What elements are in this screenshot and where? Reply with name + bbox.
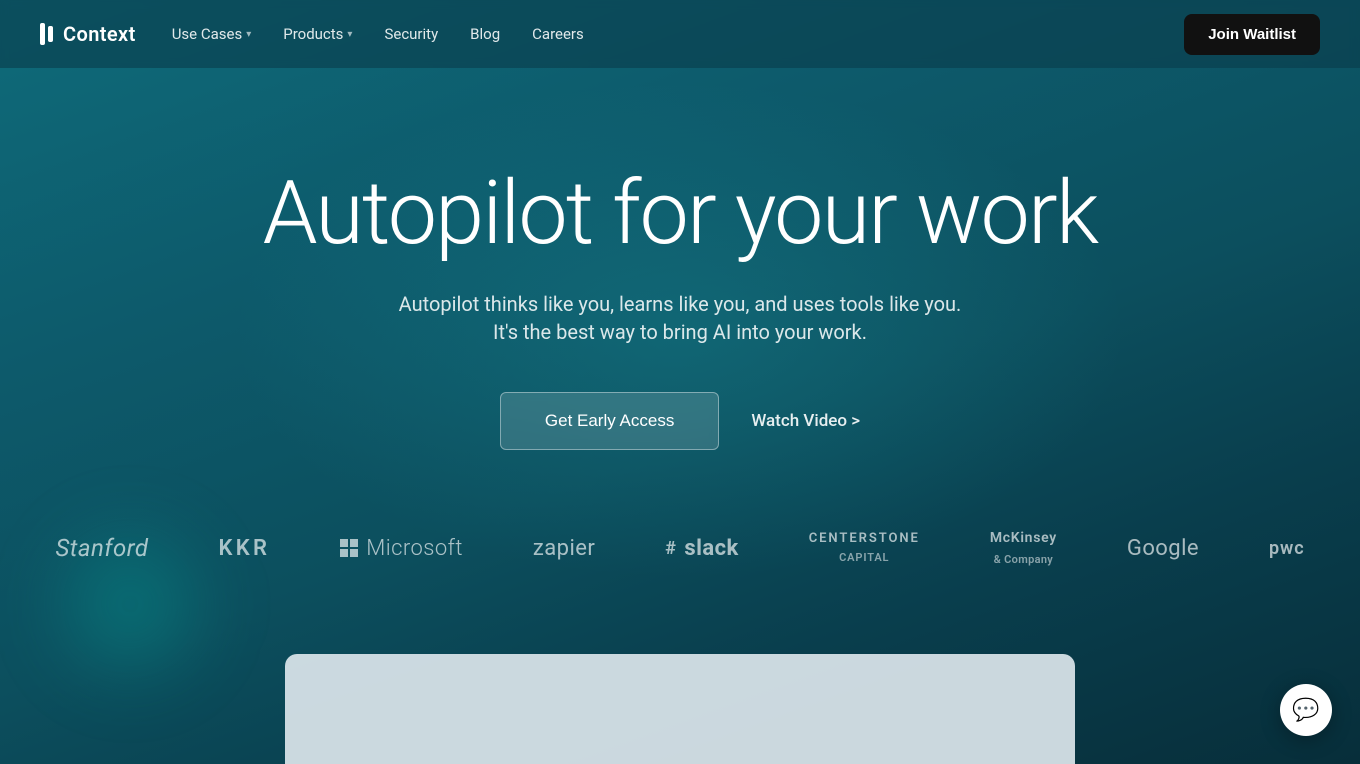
nav-item-products[interactable]: Products ▾ — [283, 25, 352, 43]
nav-link-use-cases[interactable]: Use Cases ▾ — [172, 25, 252, 43]
logos-section: Stanford KKR Microsoft zapier # slack — [0, 530, 1360, 566]
chevron-down-icon: ▾ — [347, 29, 352, 40]
nav-link-blog[interactable]: Blog — [470, 25, 500, 43]
get-early-access-button[interactable]: Get Early Access — [500, 392, 719, 450]
nav-item-security[interactable]: Security — [384, 25, 438, 43]
logo-pwc: pwc — [1269, 538, 1305, 559]
hero-title: Autopilot for your work — [263, 168, 1098, 260]
nav-item-blog[interactable]: Blog — [470, 25, 500, 43]
nav-links: Use Cases ▾ Products ▾ Security — [172, 25, 584, 43]
nav-item-careers[interactable]: Careers — [532, 25, 584, 43]
logo-zapier: zapier — [533, 536, 595, 561]
chat-widget[interactable]: 💬 — [1280, 684, 1332, 736]
nav-link-products[interactable]: Products ▾ — [283, 25, 352, 43]
logo-text: Context — [63, 22, 136, 46]
logo[interactable]: Context — [40, 22, 136, 46]
logo-slack: # slack — [665, 536, 738, 561]
hero-subtitle-line1: Autopilot thinks like you, learns like y… — [399, 288, 962, 320]
logo-stanford: Stanford — [55, 534, 148, 562]
hero-section: Autopilot for your work Autopilot thinks… — [0, 68, 1360, 450]
nav-link-security[interactable]: Security — [384, 25, 438, 43]
logo-mckinsey: McKinsey & Company — [990, 530, 1057, 566]
join-waitlist-button[interactable]: Join Waitlist — [1184, 14, 1320, 55]
hero-cta-group: Get Early Access Watch Video > — [500, 392, 860, 450]
chat-icon: 💬 — [1292, 698, 1319, 723]
logo-icon — [40, 23, 53, 45]
nav-link-careers[interactable]: Careers — [532, 25, 584, 43]
hero-subtitle-line2: It's the best way to bring AI into your … — [493, 320, 867, 344]
chevron-down-icon: ▾ — [246, 29, 251, 40]
nav-item-use-cases[interactable]: Use Cases ▾ — [172, 25, 252, 43]
logo-kkr: KKR — [218, 536, 270, 561]
slack-icon: # — [665, 538, 676, 559]
logos-track: Stanford KKR Microsoft zapier # slack — [0, 530, 1360, 566]
logo-google: Google — [1127, 536, 1199, 561]
microsoft-grid-icon — [340, 539, 358, 557]
watch-video-link[interactable]: Watch Video > — [751, 411, 860, 431]
logo-centerstone: CENTERSTONE CAPITAL — [809, 532, 920, 564]
logo-microsoft: Microsoft — [340, 536, 463, 561]
navbar: Context Use Cases ▾ Products ▾ — [0, 0, 1360, 68]
